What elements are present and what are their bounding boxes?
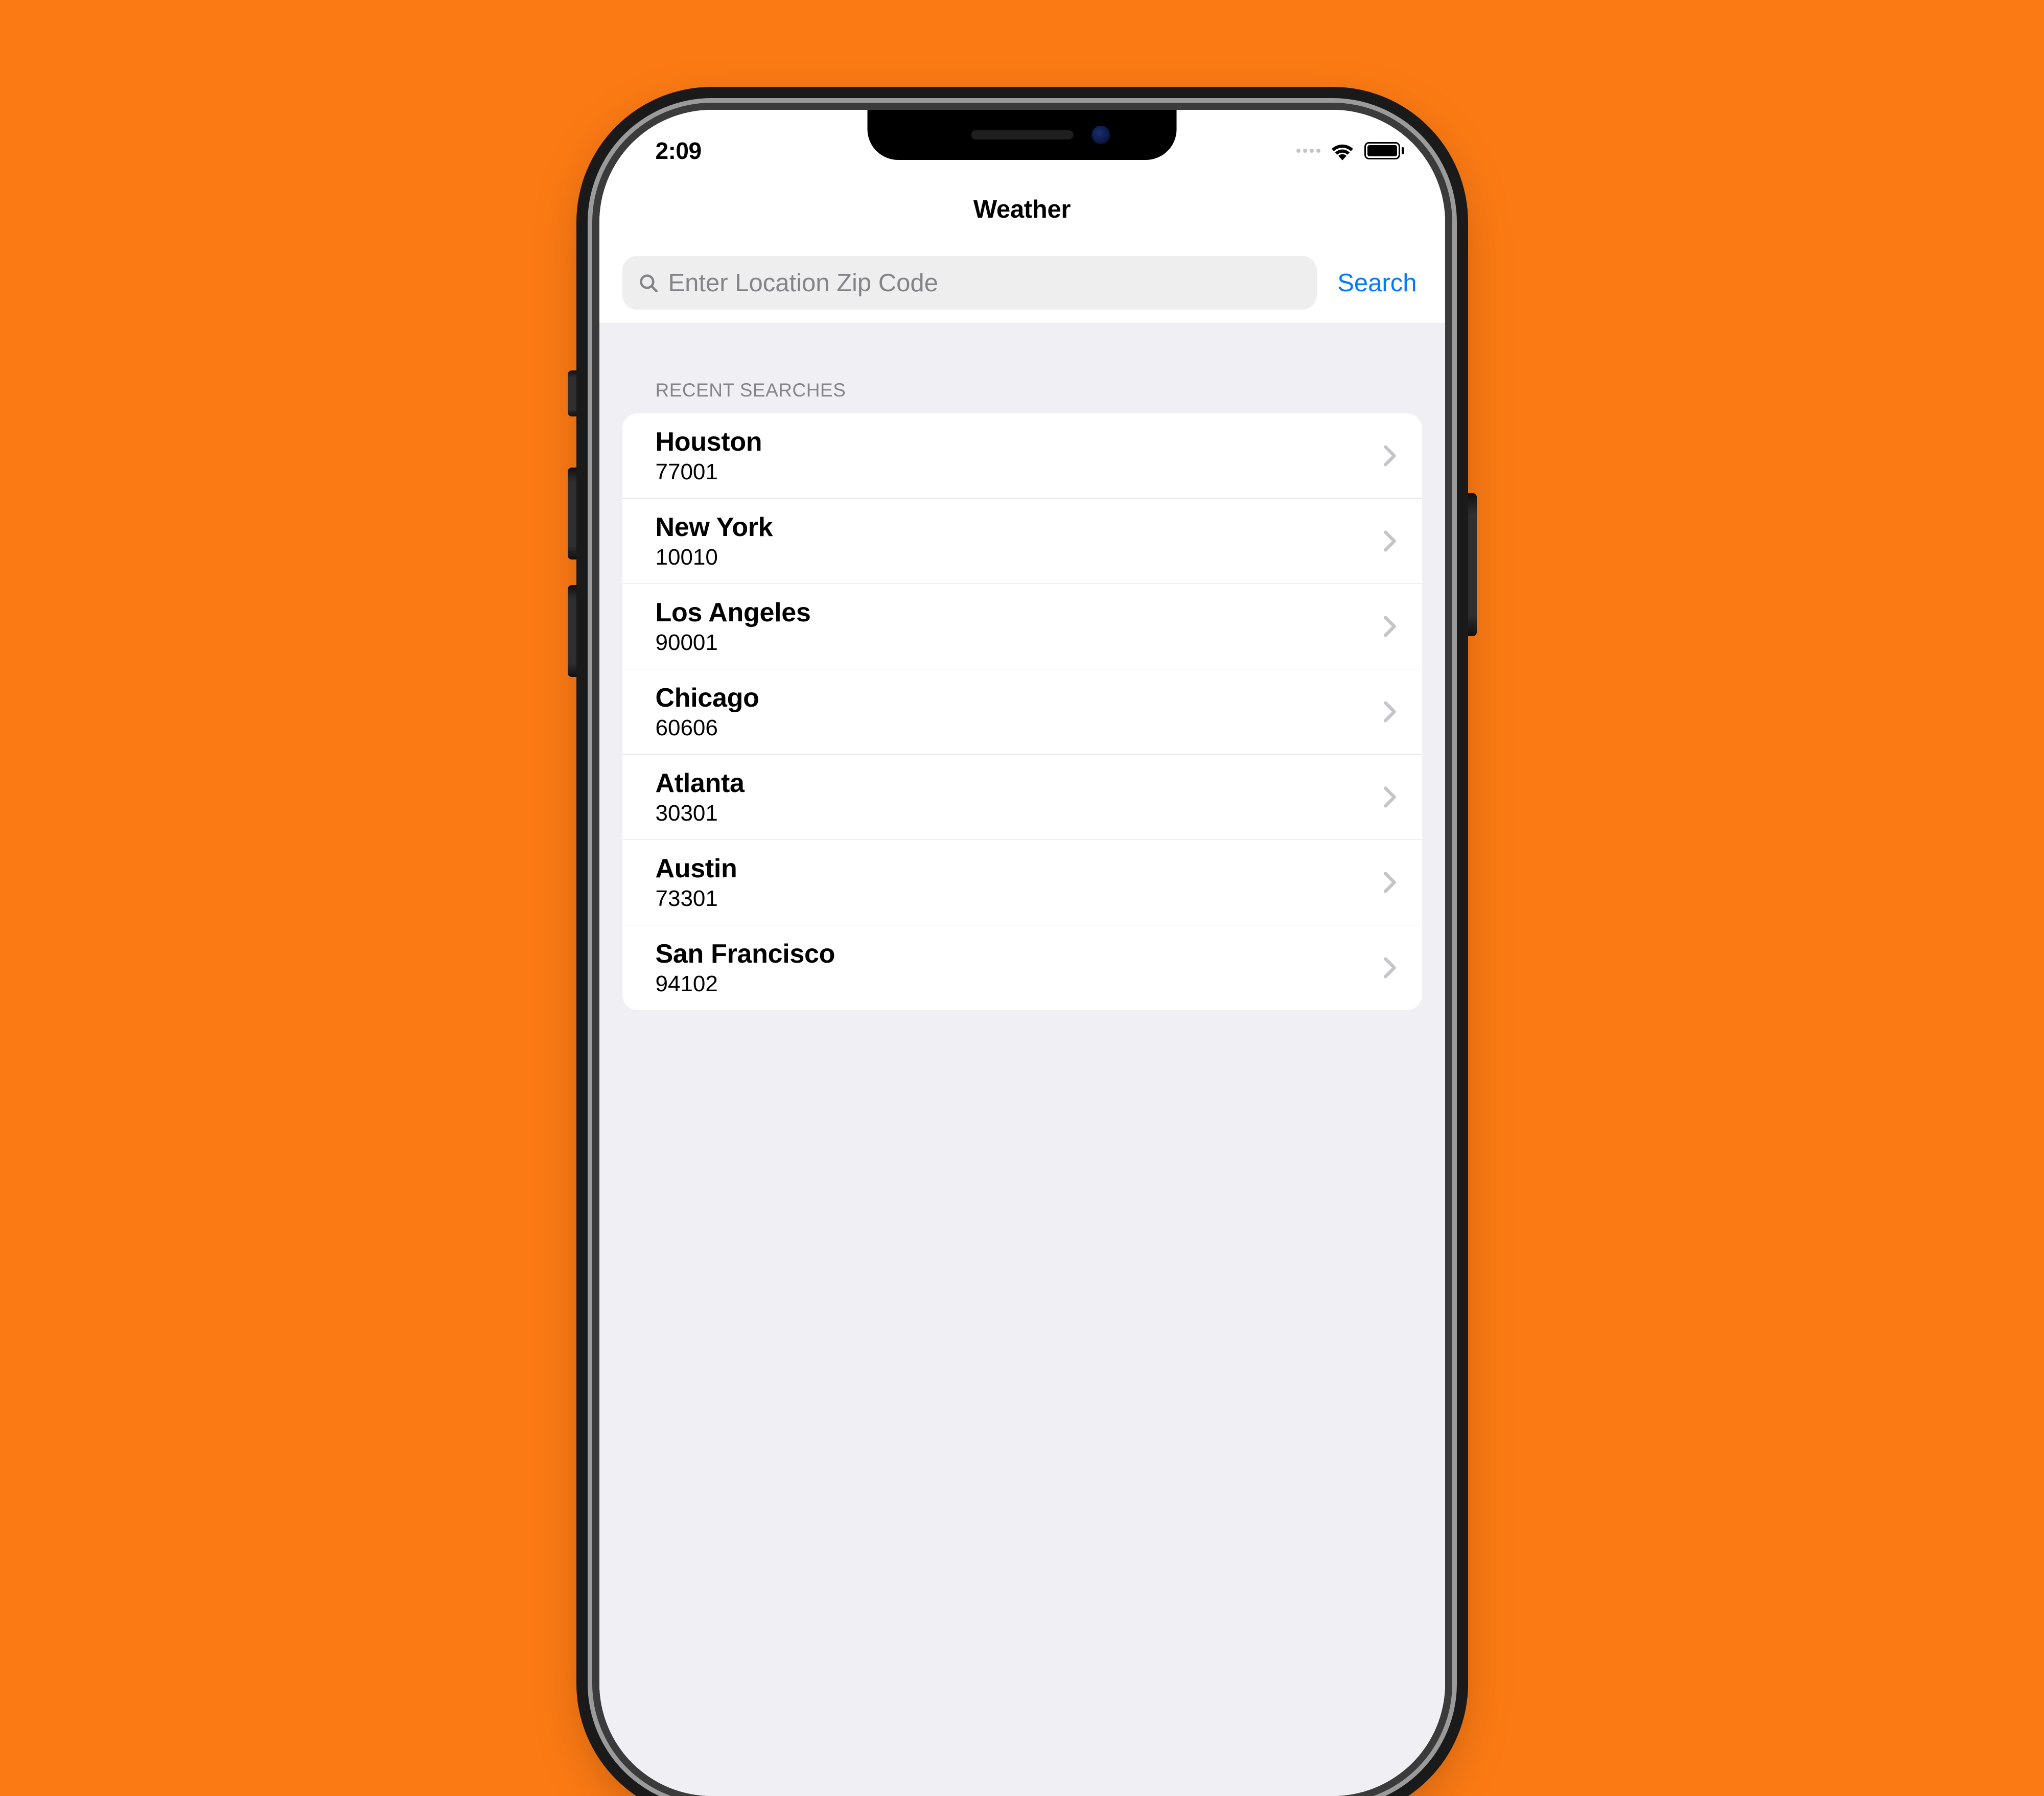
recent-search-city: Houston	[656, 427, 1383, 457]
recent-search-row[interactable]: San Francisco 94102	[622, 925, 1422, 1010]
phone-bezel: 2:09	[599, 110, 1445, 1796]
recent-search-zip: 90001	[656, 630, 1383, 656]
recent-search-zip: 77001	[656, 459, 1383, 485]
chevron-right-icon	[1383, 871, 1397, 894]
recent-search-zip: 73301	[656, 886, 1383, 912]
search-icon	[638, 272, 659, 294]
phone-power-button	[1465, 493, 1477, 636]
chevron-right-icon	[1383, 785, 1397, 809]
recent-search-city: Chicago	[656, 683, 1383, 713]
page-title: Weather	[973, 195, 1071, 224]
chevron-right-icon	[1383, 700, 1397, 724]
recent-search-zip: 94102	[656, 971, 1383, 997]
recent-search-city: San Francisco	[656, 939, 1383, 969]
phone-notch	[868, 110, 1177, 160]
recent-searches-list: Houston 77001 New York 10010	[622, 413, 1422, 1010]
phone-screen: 2:09	[599, 110, 1445, 1796]
recent-search-zip: 10010	[656, 545, 1383, 570]
chevron-right-icon	[1383, 956, 1397, 979]
navigation-bar: Weather	[599, 176, 1445, 243]
wifi-icon	[1330, 141, 1355, 160]
phone-front-camera	[1092, 126, 1110, 144]
search-field[interactable]	[622, 256, 1317, 310]
chevron-right-icon	[1383, 444, 1397, 468]
recent-search-zip: 60606	[656, 715, 1383, 741]
chevron-right-icon	[1383, 529, 1397, 553]
recent-search-city: New York	[656, 512, 1383, 543]
recent-search-row[interactable]: New York 10010	[622, 499, 1422, 584]
status-indicators	[1296, 141, 1404, 160]
battery-icon	[1364, 142, 1404, 159]
phone-volume-down	[568, 585, 580, 677]
phone-mute-switch	[568, 370, 580, 416]
recent-search-row[interactable]: Los Angeles 90001	[622, 584, 1422, 669]
recent-search-row[interactable]: Chicago 60606	[622, 669, 1422, 755]
cellular-dots-icon	[1296, 149, 1320, 153]
recent-search-row[interactable]: Atlanta 30301	[622, 755, 1422, 840]
recent-search-city: Atlanta	[656, 768, 1383, 799]
zip-code-input[interactable]	[668, 269, 1302, 297]
status-time: 2:09	[656, 137, 702, 165]
search-bar: Search	[599, 243, 1445, 323]
phone-device-frame: 2:09	[599, 110, 1445, 1796]
phone-speaker	[971, 130, 1073, 139]
chevron-right-icon	[1383, 615, 1397, 638]
recent-search-city: Los Angeles	[656, 597, 1383, 628]
recent-search-row[interactable]: Houston 77001	[622, 413, 1422, 499]
recent-search-row[interactable]: Austin 73301	[622, 840, 1422, 925]
phone-volume-up	[568, 468, 580, 559]
recent-search-city: Austin	[656, 853, 1383, 884]
recent-search-zip: 30301	[656, 801, 1383, 826]
content-area[interactable]: RECENT SEARCHES Houston 77001 New	[599, 323, 1445, 1796]
recent-searches-header: RECENT SEARCHES	[599, 323, 1445, 413]
search-button[interactable]: Search	[1332, 269, 1422, 297]
